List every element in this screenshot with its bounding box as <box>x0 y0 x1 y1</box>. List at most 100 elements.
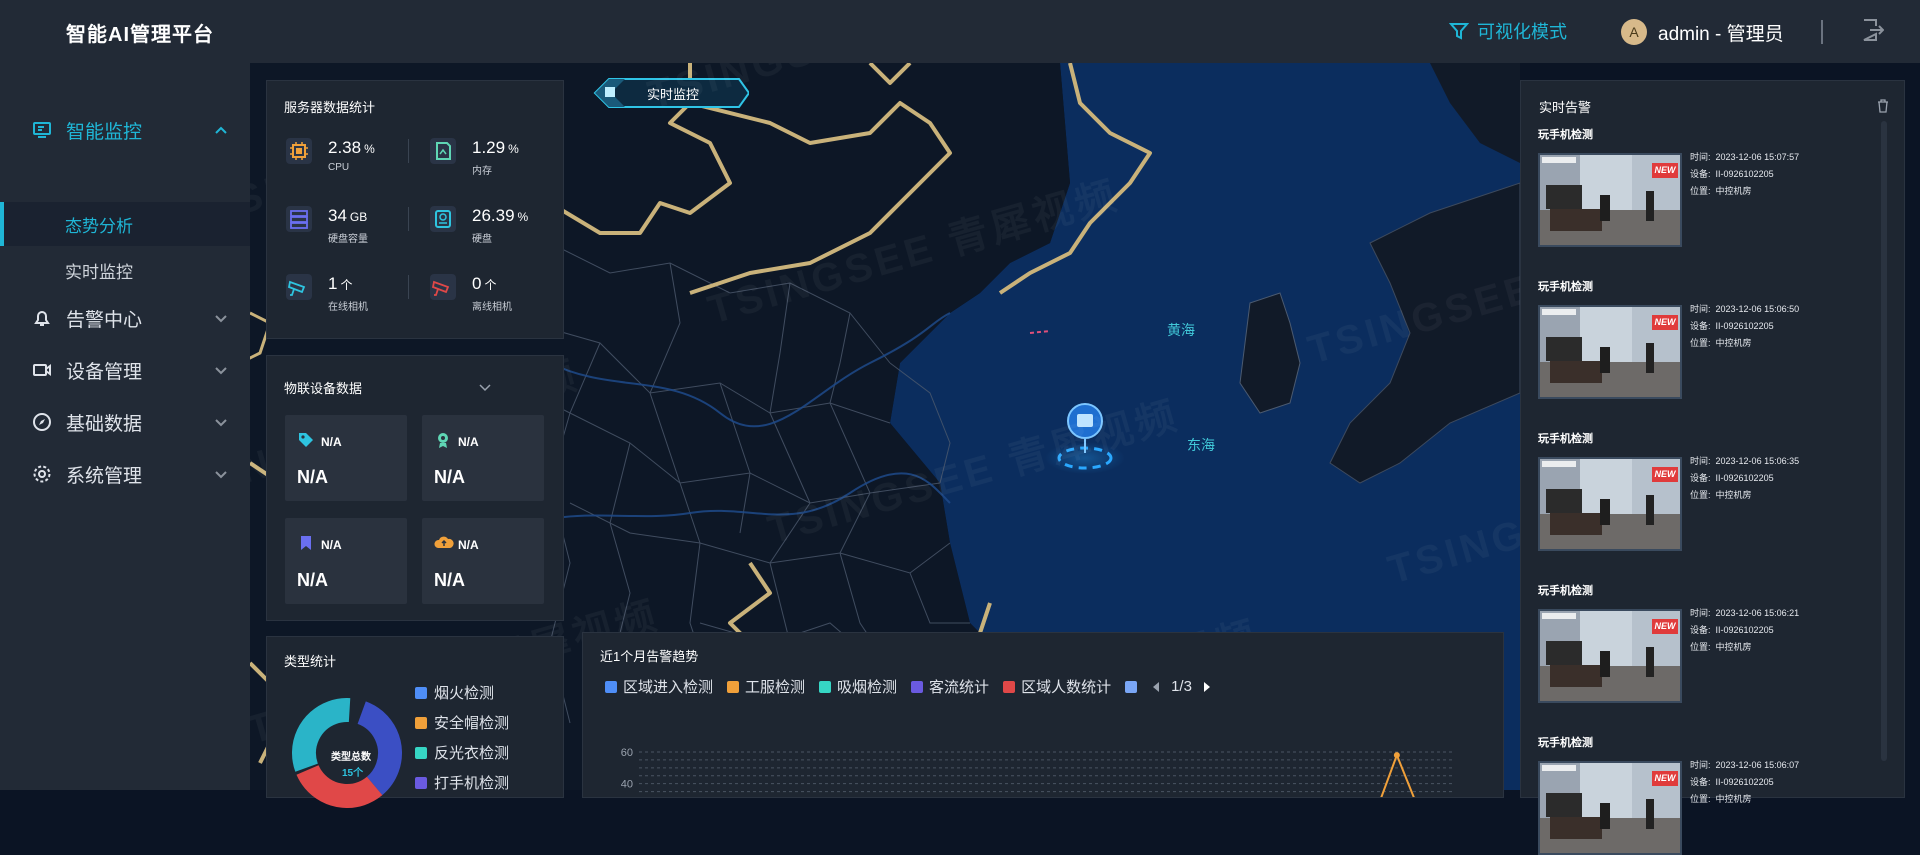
server-icon <box>286 206 312 232</box>
scrollbar[interactable] <box>1881 121 1887 761</box>
offline-camera-value: 0个 <box>472 274 497 293</box>
sidebar-item-basic-data[interactable]: 基础数据 <box>0 399 250 445</box>
sidebar-item-alarm-center[interactable]: 告警中心 <box>0 295 250 341</box>
iot-card[interactable]: N/A N/A <box>285 518 407 604</box>
camera-icon <box>33 364 51 376</box>
alert-meta: 时间: 2023-12-06 15:06:35 设备: II-092610220… <box>1690 453 1799 504</box>
alert-type: 玩手机检测 <box>1538 737 1593 749</box>
panel-title: 类型统计 <box>284 654 337 669</box>
chevron-up-icon <box>215 126 227 134</box>
sidebar-subitem-live-monitor[interactable]: 实时监控 <box>0 248 250 292</box>
server-stats-panel: 服务器数据统计 2.38% CPU 1.29% 内存 34 GB 硬盘容量 26.… <box>266 80 564 339</box>
alert-type: 玩手机检测 <box>1538 129 1593 141</box>
alert-time: 时间: 2023-12-06 15:06:07 <box>1690 760 1800 770</box>
alert-snapshot[interactable]: NEW <box>1538 457 1682 551</box>
divider <box>408 275 409 299</box>
cpu-label: CPU <box>328 162 350 173</box>
alert-snapshot[interactable]: NEW <box>1538 761 1682 855</box>
cloud-icon <box>434 536 454 548</box>
chevron-down-icon <box>215 471 227 479</box>
sidebar-item-label: 基础数据 <box>66 413 143 435</box>
disk-capacity-value: 34 GB <box>328 206 368 225</box>
sidebar-item-system-management[interactable]: 系统管理 <box>0 451 250 497</box>
iot-card[interactable]: N/A N/A <box>285 415 407 501</box>
disk-capacity-label: 硬盘容量 <box>328 234 368 245</box>
trash-icon[interactable] <box>1877 99 1889 113</box>
alert-device: 设备: II-0926102205 <box>1690 473 1774 483</box>
data-point <box>1393 752 1400 759</box>
online-camera-value: 1个 <box>328 274 353 293</box>
y-tick-label: 60 <box>621 747 633 759</box>
legend-swatch <box>415 776 427 789</box>
sidebar-item-label: 系统管理 <box>66 465 143 487</box>
iot-card-name: N/A <box>458 435 479 449</box>
alert-meta: 时间: 2023-12-06 15:07:57 设备: II-092610220… <box>1690 149 1799 200</box>
camera-offline-icon <box>430 274 456 300</box>
iot-card-name: N/A <box>321 435 342 449</box>
visualization-mode-button[interactable]: 可视化模式 <box>1449 18 1567 44</box>
sensor-icon <box>438 433 448 448</box>
tag-icon <box>299 433 313 447</box>
sidebar-subitem-situation[interactable]: 态势分析 <box>0 202 250 246</box>
chevron-down-icon <box>215 419 227 427</box>
iot-card-value: N/A <box>434 570 465 590</box>
cpu-value: 2.38% <box>328 138 375 157</box>
alert-type: 玩手机检测 <box>1538 433 1593 445</box>
new-badge: NEW <box>1652 467 1678 482</box>
alarm-trend-panel: 近1个月告警趋势 区域进入检测 工服检测 吸烟检测 客流统计 区域人数统计 1/… <box>582 632 1504 798</box>
panel-title: 实时告警 <box>1539 100 1592 115</box>
alert-location: 位置: 中控机房 <box>1690 186 1752 196</box>
alert-device: 设备: II-0926102205 <box>1690 625 1774 635</box>
alert-time: 时间: 2023-12-06 15:06:35 <box>1690 456 1800 466</box>
legend-swatch <box>415 686 427 699</box>
logout-icon[interactable] <box>1862 18 1884 42</box>
iot-card-name: N/A <box>458 538 479 552</box>
legend-swatch <box>415 716 427 729</box>
donut-center-value: 15个 <box>342 768 364 779</box>
legend-item[interactable]: 烟火检测 <box>415 682 494 703</box>
new-badge: NEW <box>1652 771 1678 786</box>
panel-title: 物联设备数据 <box>284 381 363 396</box>
bell-icon <box>34 311 50 326</box>
sidebar-item-label: 设备管理 <box>66 361 143 383</box>
memory-label: 内存 <box>472 166 492 177</box>
user-name[interactable]: admin - 管理员 <box>1658 19 1784 46</box>
sidebar-item-label: 智能监控 <box>66 121 143 143</box>
legend-item[interactable]: 反光衣检测 <box>415 742 509 763</box>
camera-online-icon <box>286 274 312 300</box>
avatar[interactable]: A <box>1621 19 1647 45</box>
iot-card[interactable]: N/A N/A <box>422 415 544 501</box>
iot-card-name: N/A <box>321 538 342 552</box>
live-monitor-tag[interactable]: 实时监控 <box>589 76 749 110</box>
memory-icon <box>430 138 456 164</box>
alert-snapshot[interactable]: NEW <box>1538 305 1682 399</box>
bookmark-icon <box>301 536 311 550</box>
disk-usage-value: 26.39% <box>472 206 529 225</box>
alert-snapshot[interactable]: NEW <box>1538 153 1682 247</box>
sidebar-item-device-management[interactable]: 设备管理 <box>0 347 250 393</box>
disk-usage-label: 硬盘 <box>472 234 492 245</box>
type-stats-panel: 类型统计 类型总数 15个 烟火检测 安全帽检测 反光衣检测 打手机检测 <box>266 636 564 808</box>
sidebar-subitem-label: 实时监控 <box>65 262 133 282</box>
sidebar-item-label: 告警中心 <box>66 309 143 331</box>
sidebar-item-smart-monitor[interactable]: 智能监控 <box>0 107 250 153</box>
chevron-down-icon[interactable] <box>478 380 492 394</box>
alert-meta: 时间: 2023-12-06 15:06:50 设备: II-092610220… <box>1690 301 1799 352</box>
alert-time: 时间: 2023-12-06 15:06:21 <box>1690 608 1800 618</box>
iot-card-value: N/A <box>297 467 328 487</box>
legend-label: 反光衣检测 <box>434 745 510 762</box>
alert-snapshot[interactable]: NEW <box>1538 609 1682 703</box>
alert-meta: 时间: 2023-12-06 15:06:21 设备: II-092610220… <box>1690 605 1799 656</box>
new-badge: NEW <box>1652 315 1678 330</box>
new-badge: NEW <box>1652 619 1678 634</box>
trend-line-chart[interactable]: 604020 <box>583 633 1503 797</box>
header-divider <box>1821 20 1823 44</box>
divider <box>408 207 409 231</box>
alert-location: 位置: 中控机房 <box>1690 642 1752 652</box>
iot-card-value: N/A <box>434 467 465 487</box>
legend-swatch <box>415 746 427 759</box>
legend-item[interactable]: 安全帽检测 <box>415 712 509 733</box>
iot-card[interactable]: N/A N/A <box>422 518 544 604</box>
alert-location: 位置: 中控机房 <box>1690 490 1752 500</box>
map-label-east-sea: 东海 <box>1187 437 1215 453</box>
